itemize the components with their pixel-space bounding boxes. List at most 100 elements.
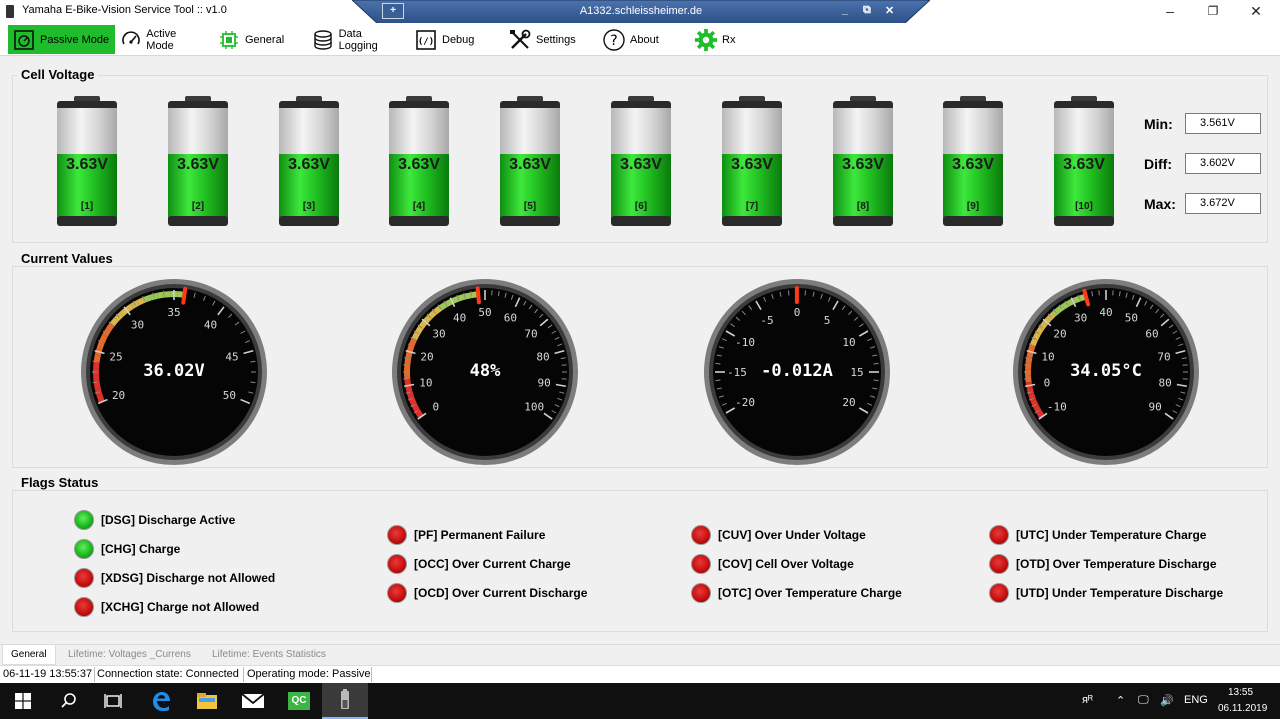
- mail-icon[interactable]: [230, 683, 276, 719]
- clock-time[interactable]: 13:55: [1228, 687, 1253, 698]
- flag-item: [COV] Cell Over Voltage: [691, 554, 854, 574]
- gauge-arc-segment: [163, 291, 171, 298]
- file-explorer-icon[interactable]: [184, 683, 230, 719]
- gauge-arc-segment: [119, 307, 129, 317]
- bottom-tabs: General Lifetime: Voltages _Currens Life…: [0, 644, 1280, 665]
- svg-text:?: ?: [610, 33, 617, 49]
- cell-index: [10]: [1075, 201, 1093, 212]
- flag-item: [UTC] Under Temperature Charge: [989, 525, 1206, 545]
- people-icon[interactable]: ᴙᴿ: [1082, 694, 1093, 706]
- status-led-icon: [691, 525, 711, 545]
- windows-start-icon[interactable]: [0, 683, 46, 719]
- gauge-needle: [181, 286, 188, 305]
- gauge-tick-label: 40: [204, 318, 217, 331]
- gauge-value: -0.012A: [761, 361, 833, 381]
- tray-overflow-icon[interactable]: ⌃: [1116, 694, 1125, 707]
- flag-item: [PF] Permanent Failure: [387, 525, 545, 545]
- remote-restore-button[interactable]: ⧉: [863, 4, 871, 17]
- gauge-icon: [12, 28, 36, 52]
- gauge-arc-segment: [464, 292, 473, 300]
- cell-index: [5]: [523, 201, 537, 212]
- passive-mode-button[interactable]: Passive Mode: [8, 25, 115, 54]
- gauge-arc-segment: [406, 391, 415, 400]
- gauge-tick-label: -10: [735, 336, 755, 349]
- clock-date[interactable]: 06.11.2019: [1218, 703, 1267, 714]
- gauge-current: -20 -15 -10 -5 0 5 10 15 20 -0.012A: [703, 278, 891, 466]
- cell-index: [1]: [80, 201, 94, 212]
- flag-item: [OCD] Over Current Discharge: [387, 583, 587, 603]
- gauge-tick-label: -5: [760, 314, 773, 327]
- gauge-arc-segment: [156, 291, 165, 299]
- gauge-tick-label: 0: [433, 400, 440, 413]
- general-button[interactable]: General: [213, 25, 293, 54]
- gauge-tick-label: -10: [1047, 400, 1067, 413]
- gauge-arc-segment: [109, 317, 119, 327]
- network-icon[interactable]: 🖵: [1138, 694, 1149, 707]
- remote-minimize-button[interactable]: _: [842, 4, 848, 16]
- gauge-minor-tick: [92, 381, 98, 384]
- status-led-icon: [74, 539, 94, 559]
- tab-lifetime-events[interactable]: Lifetime: Events Statistics: [204, 645, 334, 665]
- volume-icon[interactable]: 🔊: [1160, 694, 1174, 707]
- cell-index: [2]: [191, 201, 205, 212]
- status-led-icon: [387, 583, 407, 603]
- gauge-arc-segment: [457, 293, 466, 302]
- gauge-temperature: -10 0 10 20 30 40 50 60 70 80 90 34.05°C: [1012, 278, 1200, 466]
- gauge-arc-segment: [418, 319, 428, 330]
- gauge-value: 48%: [469, 361, 501, 381]
- gauge-tick-label: 50: [478, 306, 491, 319]
- cell-voltage: 3.63V: [398, 156, 440, 173]
- cell-voltage-title: Cell Voltage: [17, 67, 99, 82]
- edge-icon[interactable]: [138, 683, 184, 719]
- gauge-arc-segment: [450, 295, 460, 305]
- active-mode-button[interactable]: Active Mode: [115, 25, 205, 54]
- min-label: Min:: [1144, 116, 1173, 132]
- search-icon[interactable]: [46, 683, 92, 719]
- flag-item: [DSG] Discharge Active: [74, 510, 235, 530]
- gauge-minor-tick: [250, 381, 256, 384]
- gauge-arc-segment: [1029, 338, 1038, 347]
- gauge-arc-segment: [1026, 387, 1035, 396]
- about-button[interactable]: ? About: [598, 25, 670, 54]
- data-logging-button[interactable]: Data Logging: [307, 25, 403, 54]
- service-tool-icon[interactable]: [322, 683, 368, 719]
- speedometer-icon: [119, 28, 142, 52]
- close-button[interactable]: ✕: [1233, 0, 1279, 23]
- gauge-needle: [475, 286, 481, 305]
- flag-item: [OTD] Over Temperature Discharge: [989, 554, 1217, 574]
- cell-voltage: 3.63V: [731, 156, 773, 173]
- status-led-icon: [387, 554, 407, 574]
- cell-voltage: 3.63V: [288, 156, 330, 173]
- gauge-arc-segment: [406, 344, 415, 353]
- gauge-arc-segment: [405, 384, 413, 393]
- flag-label: [UTD] Under Temperature Discharge: [1016, 586, 1224, 600]
- gauge-percent: 0 10 20 30 40 50 60 70 80 90 100 48%: [391, 278, 579, 466]
- gauge-arc-segment: [414, 325, 424, 335]
- battery-cell: 3.63V [6]: [608, 96, 674, 229]
- battery-cell: 3.63V [2]: [165, 96, 231, 229]
- flag-label: [UTC] Under Temperature Charge: [1016, 528, 1207, 542]
- gauge-tick-label: 35: [167, 306, 180, 319]
- remote-close-button[interactable]: ✕: [885, 4, 894, 17]
- task-view-icon[interactable]: [90, 683, 136, 719]
- restore-button[interactable]: ❐: [1190, 0, 1236, 23]
- flag-item: [UTD] Under Temperature Discharge: [989, 583, 1223, 603]
- tab-lifetime-voltages[interactable]: Lifetime: Voltages _Currens: [60, 645, 199, 665]
- flag-item: [CUV] Over Under Voltage: [691, 525, 866, 545]
- flag-label: [DSG] Discharge Active: [101, 513, 236, 527]
- language-indicator[interactable]: ENG: [1184, 694, 1208, 706]
- status-connection: Connection state: Connected: [97, 668, 239, 680]
- flag-label: [CUV] Over Under Voltage: [718, 528, 866, 542]
- gauge-arc-segment: [422, 314, 432, 324]
- settings-button[interactable]: Settings: [504, 25, 590, 54]
- status-led-icon: [74, 510, 94, 530]
- chip-icon: [217, 28, 241, 52]
- qc-app-icon[interactable]: QC: [276, 683, 322, 719]
- debug-button[interactable]: (/) Debug: [410, 25, 486, 54]
- flag-item: [XCHG] Charge not Allowed: [74, 597, 259, 617]
- minimize-button[interactable]: –: [1147, 0, 1193, 23]
- gauge-tick-label: 40: [453, 312, 466, 325]
- tab-general[interactable]: General: [2, 645, 56, 665]
- rx-button[interactable]: Rx: [690, 25, 746, 54]
- taskbar: QC ᴙᴿ ⌃ 🖵 🔊 ENG 13:55 06.11.2019: [0, 683, 1280, 719]
